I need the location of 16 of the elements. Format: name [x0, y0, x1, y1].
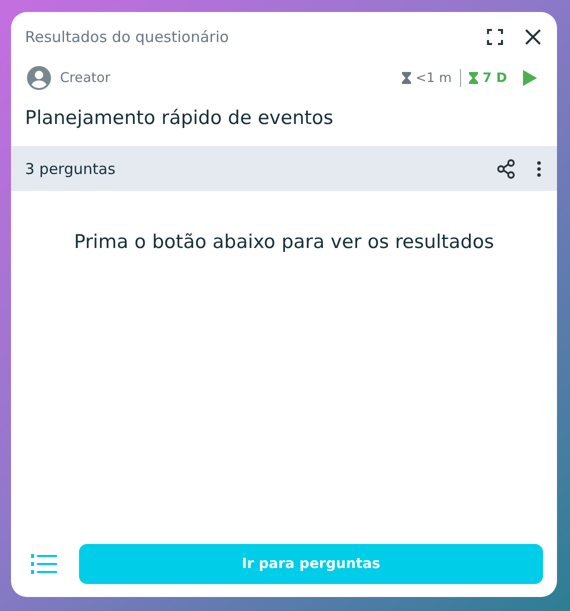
fullscreen-icon[interactable] — [487, 29, 503, 45]
more-icon[interactable] — [537, 160, 541, 176]
share-icon[interactable] — [497, 158, 515, 178]
hourglass-icon — [468, 72, 478, 84]
window-title: Resultados do questionário — [25, 28, 229, 46]
remaining-time: 7 D — [482, 70, 507, 86]
quiz-title: Planejamento rápido de eventos — [24, 106, 334, 131]
duration-text: <1 m — [416, 70, 452, 86]
close-icon[interactable] — [525, 29, 541, 45]
play-icon[interactable] — [523, 70, 537, 86]
results-message: Prima o botão abaixo para ver os resultados — [73, 231, 495, 253]
author-name: Creator — [60, 70, 110, 86]
go-to-questions-button[interactable]: Ir para perguntas — [79, 544, 543, 584]
hourglass-icon — [402, 72, 411, 84]
question-count: 3 perguntas — [25, 160, 116, 178]
avatar-icon — [27, 66, 51, 90]
